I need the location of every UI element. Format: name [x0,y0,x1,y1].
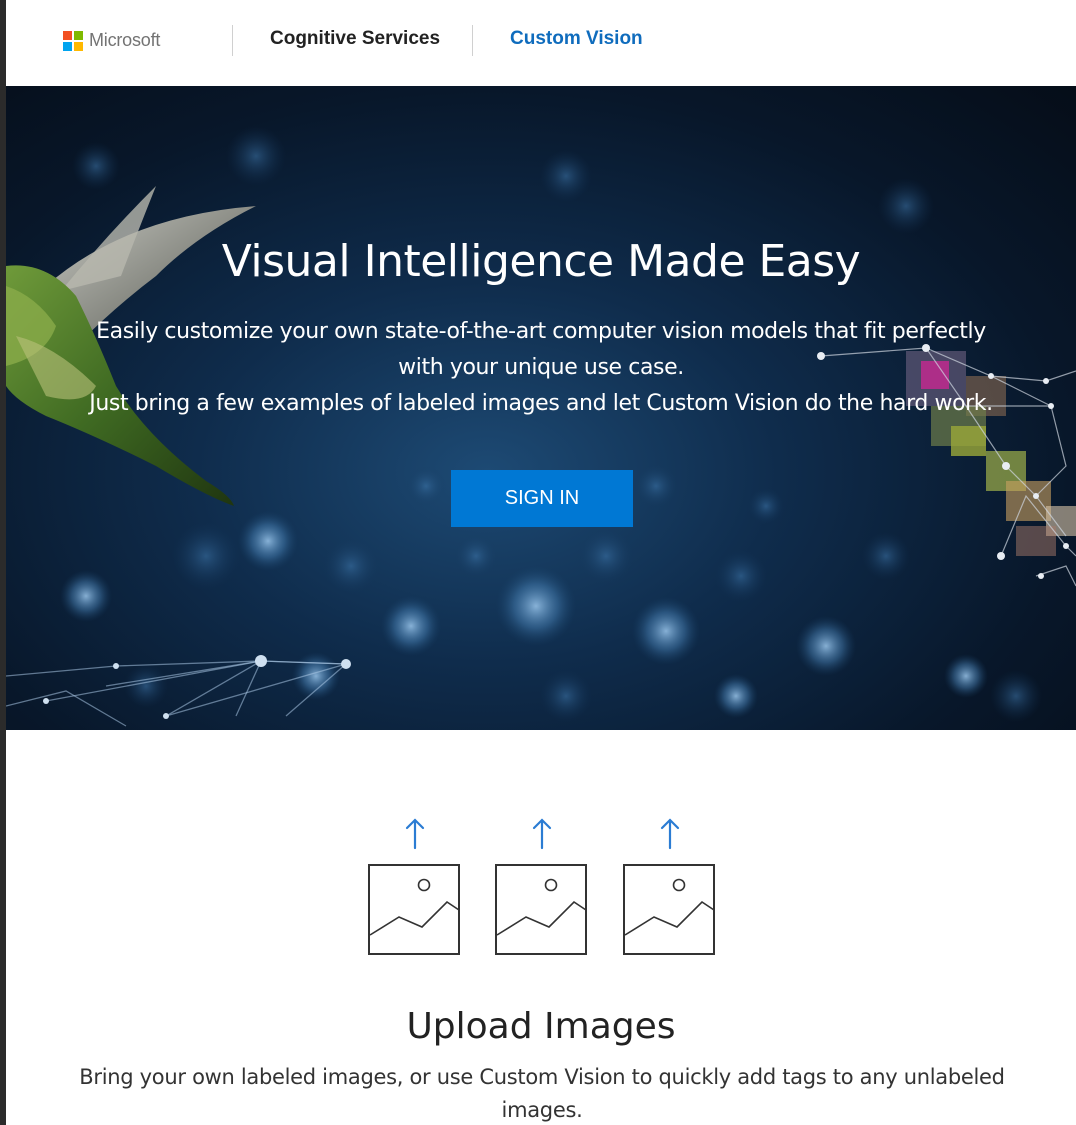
hero-title: Visual Intelligence Made Easy [221,236,861,287]
hero-description-line: with your unique use case. [398,355,684,380]
upload-image-icon [367,810,463,958]
image-frame-icon [495,864,587,955]
logo-square-red [63,30,72,40]
upload-images-title: Upload Images [406,1006,676,1047]
nav-custom-vision[interactable]: Custom Vision [510,28,643,50]
header-divider [472,25,473,56]
up-arrow-icon [405,818,425,850]
up-arrow-icon [660,818,680,850]
sign-in-button[interactable]: SIGN IN [451,470,633,527]
hero-description-line: Easily customize your own state-of-the-a… [96,319,986,344]
upload-image-svg [495,818,587,955]
page: Microsoft Cognitive Services Custom Visi… [0,0,1076,1125]
logo-square-blue [63,41,72,51]
hero-description: Easily customize your own state-of-the-a… [66,314,1016,422]
upload-images-illustration [0,810,1076,970]
microsoft-logo-link[interactable]: Microsoft [63,30,160,51]
upload-image-svg [368,818,460,955]
upload-image-icon [622,810,718,958]
upload-image-icon [494,810,590,958]
hero-description-line: Just bring a few examples of labeled ima… [89,391,993,416]
upload-images-description: Bring your own labeled images, or use Cu… [79,1065,1005,1122]
nav-cognitive-services[interactable]: Cognitive Services [270,28,440,50]
up-arrow-icon [532,818,552,850]
hero-banner: Visual Intelligence Made Easy Easily cus… [6,86,1076,730]
top-header: Microsoft Cognitive Services Custom Visi… [6,0,1076,86]
header-divider [232,25,233,56]
image-frame-icon [368,864,460,955]
image-frame-icon [623,864,715,955]
microsoft-brand-name: Microsoft [89,30,161,50]
logo-square-green [74,30,83,40]
logo-square-yellow [74,41,83,51]
upload-image-svg [623,818,715,955]
microsoft-logo-icon [63,30,83,51]
